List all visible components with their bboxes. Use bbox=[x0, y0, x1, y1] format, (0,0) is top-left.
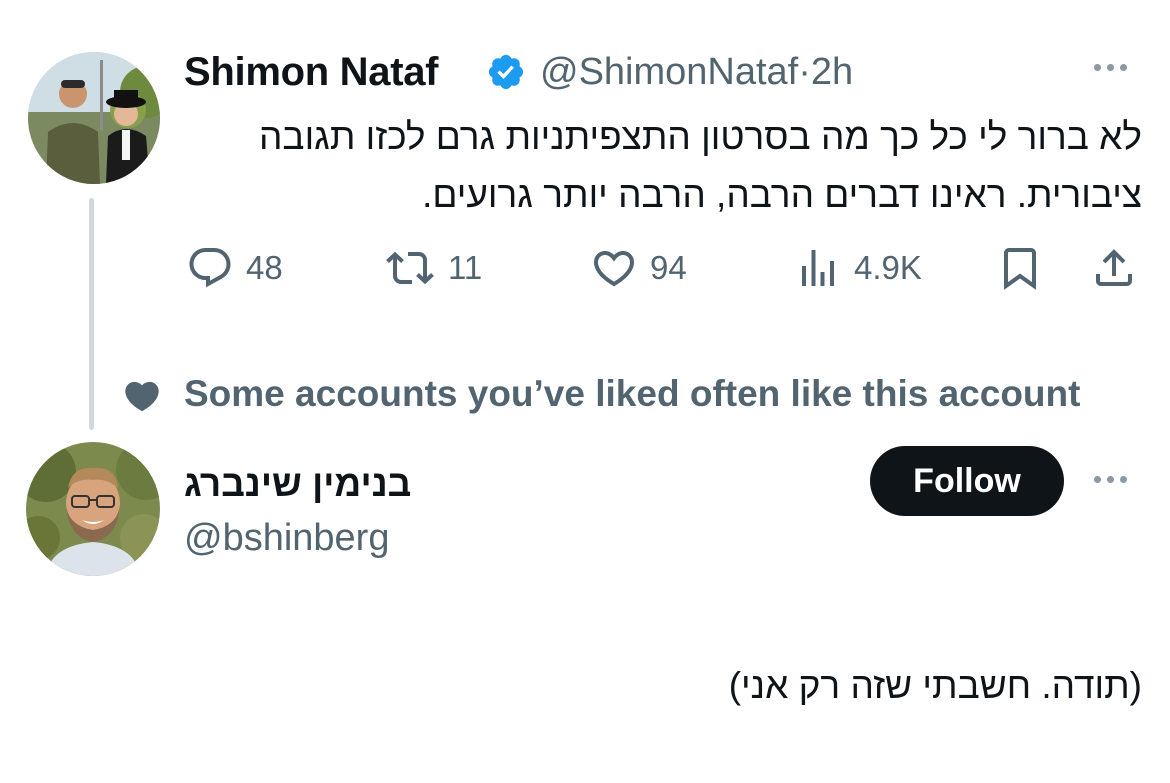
retweet-count: 11 bbox=[448, 249, 483, 286]
bookmark-icon bbox=[1004, 248, 1036, 290]
tweet-text: לא ברור לי כל כך מה בסרטון התצפיתניות גר… bbox=[258, 116, 1142, 215]
handle-text: @ShimonNataf bbox=[540, 51, 799, 93]
social-context-text: Some accounts you’ve liked often like th… bbox=[184, 373, 1081, 414]
liked-heart-icon bbox=[122, 376, 162, 416]
like-count: 94 bbox=[650, 249, 687, 286]
more-options-icon[interactable] bbox=[1094, 58, 1140, 84]
reply-text: (תודה. חשבתי שזה רק אני) bbox=[728, 665, 1142, 706]
separator: · bbox=[798, 51, 811, 93]
more-options-icon[interactable] bbox=[1094, 470, 1140, 496]
author-handle[interactable]: @ShimonNataf·2h bbox=[540, 48, 853, 96]
reply-button[interactable]: 48 bbox=[186, 244, 283, 292]
bookmark-button[interactable] bbox=[996, 244, 1056, 292]
views-icon bbox=[802, 250, 834, 286]
share-icon bbox=[1096, 249, 1132, 286]
views-count: 4.9K bbox=[854, 249, 922, 286]
reply-count: 48 bbox=[246, 249, 283, 286]
share-button[interactable] bbox=[1090, 244, 1150, 292]
follow-button[interactable]: Follow bbox=[870, 446, 1064, 516]
author-avatar[interactable] bbox=[28, 52, 160, 184]
retweet-icon bbox=[386, 251, 434, 285]
suggested-handle[interactable]: @bshinberg bbox=[184, 514, 389, 562]
author-name[interactable]: Shimon Nataf bbox=[184, 48, 439, 96]
suggested-name[interactable]: בנימין שינברג bbox=[184, 460, 411, 508]
like-button[interactable]: 94 bbox=[590, 244, 687, 292]
reply-icon bbox=[189, 248, 231, 288]
verified-badge-icon bbox=[486, 52, 526, 92]
thread-line bbox=[89, 198, 94, 430]
tweet-time[interactable]: 2h bbox=[811, 51, 853, 93]
suggested-avatar[interactable] bbox=[26, 442, 160, 576]
retweet-button[interactable]: 11 bbox=[384, 244, 482, 292]
heart-icon bbox=[593, 251, 635, 287]
views-button[interactable]: 4.9K bbox=[794, 244, 922, 292]
